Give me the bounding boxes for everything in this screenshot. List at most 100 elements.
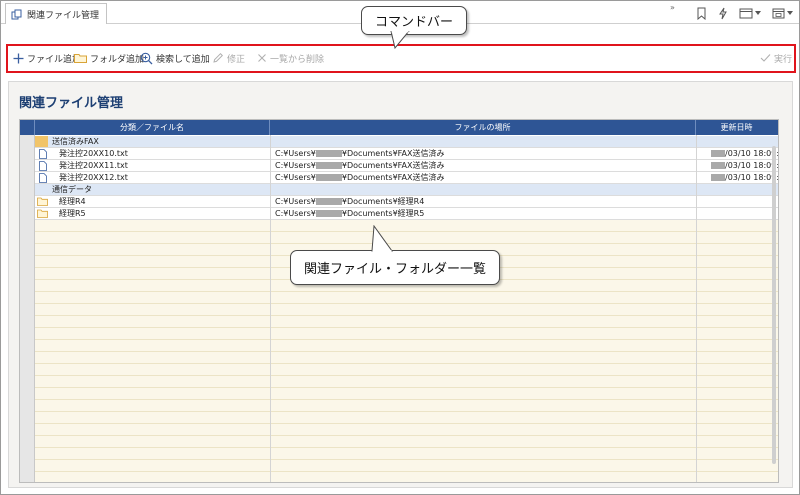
file-updated: /03/10 18:09:14	[711, 148, 779, 159]
related-files-grid: 分類／ファイル名 ファイルの場所 更新日時 送信済みFAX 発注控20XX10.…	[19, 119, 779, 483]
folder-location: C:¥Users¥ ¥Documents¥経理R5	[275, 208, 424, 219]
lightning-icon[interactable]	[718, 7, 728, 20]
empty-row	[35, 388, 778, 400]
edit-label: 修正	[227, 54, 246, 65]
folder-name: 経理R5	[59, 209, 86, 218]
folder-icon	[74, 54, 87, 63]
file-icon	[39, 173, 47, 183]
empty-row	[35, 424, 778, 436]
add-file-label: ファイル追加	[27, 54, 82, 65]
redacted-year	[711, 150, 725, 157]
edit-button[interactable]: 修正	[212, 50, 245, 66]
redacted-username	[315, 150, 342, 157]
bookmark-icon[interactable]	[696, 7, 707, 20]
add-file-button[interactable]: ファイル追加	[13, 50, 81, 66]
location-prefix: C:¥Users¥	[275, 161, 316, 170]
execute-label: 実行	[774, 54, 793, 65]
header-selector-cell	[20, 120, 35, 135]
location-suffix: ¥Documents¥FAX送信済み	[341, 149, 445, 158]
remove-from-list-button[interactable]: 一覧から削除	[257, 50, 324, 66]
file-location: C:¥Users¥ ¥Documents¥FAX送信済み	[275, 148, 445, 159]
folder-name: 経理R4	[59, 197, 86, 206]
empty-row	[35, 316, 778, 328]
overflow-chevron-icon[interactable]: »	[670, 3, 675, 12]
search-add-button[interactable]: 検索して追加	[140, 50, 210, 66]
redacted-year	[711, 162, 725, 169]
callout-pointer	[390, 31, 410, 49]
calendar-dropdown[interactable]	[772, 7, 793, 19]
row-selector-column	[20, 135, 35, 482]
add-folder-button[interactable]: フォルダ追加	[74, 50, 144, 66]
checkmark-icon	[760, 54, 771, 62]
copy-icon	[11, 9, 22, 19]
empty-row	[35, 376, 778, 388]
updated-text: /03/10 18:09:14	[725, 161, 779, 170]
layout-dropdown[interactable]	[739, 8, 761, 19]
group-row[interactable]: 送信済みFAX	[35, 136, 778, 148]
app-window: 関連ファイル管理 » ファイル追加 フォルダ追加 検索して追加 修正 一覧から削…	[0, 0, 800, 495]
caret-down-icon	[787, 11, 793, 15]
empty-row	[35, 328, 778, 340]
callout-file-list-text: 関連ファイル・フォルダー一覧	[303, 262, 486, 277]
caret-down-icon	[755, 11, 761, 15]
file-updated: /03/10 18:09:14	[711, 160, 779, 171]
column-header-location[interactable]: ファイルの場所	[270, 120, 696, 135]
empty-row	[35, 304, 778, 316]
plus-icon	[13, 53, 24, 63]
redacted-username	[315, 174, 342, 181]
file-icon	[39, 161, 47, 171]
remove-label: 一覧から削除	[270, 54, 325, 65]
empty-row	[35, 340, 778, 352]
empty-row	[35, 220, 778, 232]
empty-row	[35, 352, 778, 364]
table-row[interactable]: 発注控20XX12.txt C:¥Users¥ ¥Documents¥FAX送信済…	[35, 172, 778, 184]
search-plus-icon	[140, 52, 153, 64]
close-icon	[258, 54, 266, 62]
column-divider	[696, 135, 697, 482]
empty-row	[35, 436, 778, 448]
location-prefix: C:¥Users¥	[275, 197, 316, 206]
callout-command-bar: コマンドバー	[361, 6, 467, 35]
empty-row	[35, 232, 778, 244]
grid-header: 分類／ファイル名 ファイルの場所 更新日時	[20, 120, 778, 135]
file-icon	[39, 149, 47, 159]
folder-icon	[37, 197, 48, 206]
add-folder-label: フォルダ追加	[90, 54, 145, 65]
empty-row	[35, 472, 778, 482]
tab-related-file-management[interactable]: 関連ファイル管理	[5, 3, 107, 24]
group-marker	[35, 136, 48, 147]
column-divider	[270, 135, 271, 482]
callout-pointer	[371, 225, 393, 252]
empty-row	[35, 292, 778, 304]
file-location: C:¥Users¥ ¥Documents¥FAX送信済み	[275, 172, 445, 183]
table-row[interactable]: 発注控20XX10.txt C:¥Users¥ ¥Documents¥FAX送信済…	[35, 148, 778, 160]
table-row[interactable]: 発注控20XX11.txt C:¥Users¥ ¥Documents¥FAX送信済…	[35, 160, 778, 172]
file-name: 発注控20XX10.txt	[59, 149, 128, 158]
table-row[interactable]: 経理R5 C:¥Users¥ ¥Documents¥経理R5	[35, 208, 778, 220]
column-header-name[interactable]: 分類／ファイル名	[35, 120, 270, 135]
file-name: 発注控20XX12.txt	[59, 173, 128, 182]
file-name: 発注控20XX11.txt	[59, 161, 128, 170]
file-location: C:¥Users¥ ¥Documents¥FAX送信済み	[275, 160, 445, 171]
vertical-scrollbar[interactable]	[772, 146, 776, 464]
location-suffix: ¥Documents¥FAX送信済み	[341, 161, 445, 170]
folder-location: C:¥Users¥ ¥Documents¥経理R4	[275, 196, 424, 207]
callout-command-bar-text: コマンドバー	[374, 15, 453, 30]
pencil-icon	[213, 52, 224, 63]
callout-file-list: 関連ファイル・フォルダー一覧	[290, 250, 500, 285]
folder-icon	[37, 209, 48, 218]
updated-text: /03/10 18:09:14	[725, 173, 779, 182]
table-row[interactable]: 経理R4 C:¥Users¥ ¥Documents¥経理R4	[35, 196, 778, 208]
location-suffix: ¥Documents¥FAX送信済み	[341, 173, 445, 182]
window-toolbar: »	[670, 3, 793, 22]
execute-button[interactable]: 実行	[760, 50, 792, 66]
location-prefix: C:¥Users¥	[275, 173, 316, 182]
empty-row	[35, 460, 778, 472]
column-header-updated[interactable]: 更新日時	[696, 120, 777, 135]
redacted-year	[711, 174, 725, 181]
updated-text: /03/10 18:09:14	[725, 149, 779, 158]
location-suffix: ¥Documents¥経理R5	[341, 209, 425, 218]
group-row[interactable]: 通信データ	[35, 184, 778, 196]
search-add-label: 検索して追加	[156, 54, 210, 65]
window-layout-icon	[739, 8, 753, 18]
